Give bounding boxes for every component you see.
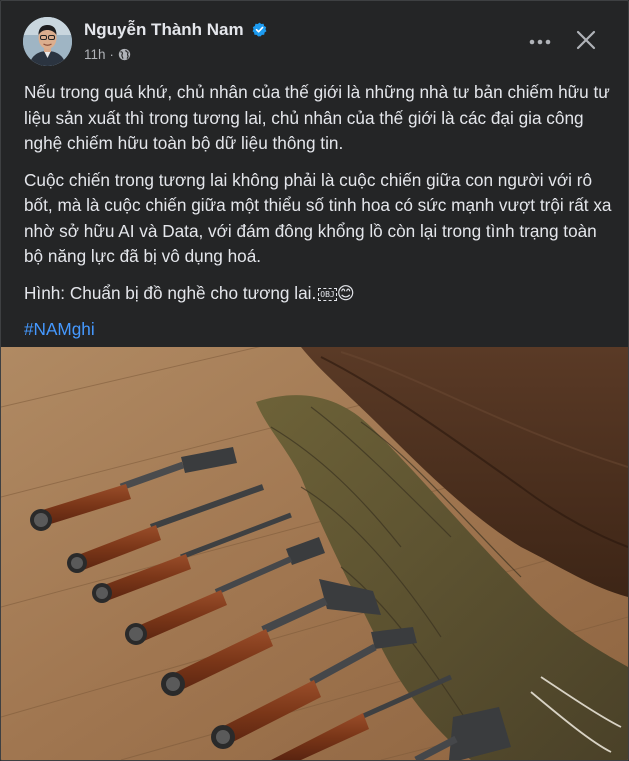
post-timestamp[interactable]: 11h (84, 47, 106, 62)
post-card: Nguyễn Thành Nam 11h · Nếu trong quá khứ… (0, 0, 629, 761)
more-options-button[interactable] (525, 27, 555, 57)
close-button[interactable] (569, 23, 603, 57)
hashtag-link[interactable]: #NAMghi (24, 319, 95, 339)
author-name-row: Nguyễn Thành Nam (84, 20, 267, 42)
object-placeholder-marker: OBJ (318, 287, 337, 301)
chisels-photo (1, 347, 628, 760)
more-options-icon (529, 39, 551, 45)
post-body: Nếu trong quá khứ, chủ nhân của thế giới… (24, 80, 612, 354)
post-photo[interactable] (1, 347, 628, 760)
close-icon (576, 30, 596, 50)
verified-badge-icon (252, 22, 267, 42)
smile-emoji: 😊 (336, 282, 355, 303)
author-avatar[interactable] (23, 17, 72, 66)
post-paragraph: Cuộc chiến trong tương lai không phải là… (24, 169, 612, 267)
hashtag-line: #NAMghi (24, 317, 612, 343)
post-meta: 11h · (84, 47, 131, 62)
post-caption-line: Hình: Chuẩn bị đồ nghề cho tương lai. OBJ… (24, 281, 612, 307)
post-header: Nguyễn Thành Nam 11h · (1, 1, 628, 73)
meta-separator: · (109, 47, 114, 62)
avatar-image (23, 17, 72, 66)
post-paragraph: Nếu trong quá khứ, chủ nhân của thế giới… (24, 82, 610, 153)
post-caption: Hình: Chuẩn bị đồ nghề cho tương lai. (24, 282, 317, 303)
author-name[interactable]: Nguyễn Thành Nam (84, 20, 244, 39)
globe-icon[interactable] (118, 48, 131, 61)
